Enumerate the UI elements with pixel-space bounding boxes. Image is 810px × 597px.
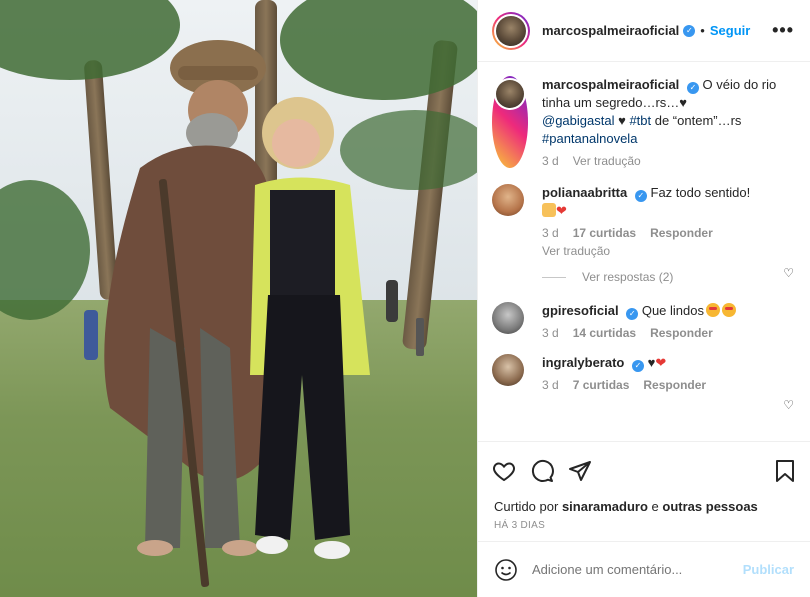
reply-button[interactable]: Responder bbox=[650, 326, 713, 340]
comment-username[interactable]: gpiresoficial bbox=[542, 303, 619, 318]
comments-list[interactable]: marcospalmeiraoficial ✓ O véio do rio ti… bbox=[478, 62, 810, 441]
liked-by-prefix: Curtido por bbox=[494, 499, 559, 514]
heart-emoji: ♥ bbox=[679, 95, 687, 110]
post-photo[interactable] bbox=[0, 0, 477, 597]
post-date[interactable]: HÁ 3 DIAS bbox=[478, 514, 810, 541]
comment-input[interactable] bbox=[532, 562, 743, 577]
comment-item: ingralyberato ✓ ♥❤ 3 d 7 curtidas Respon… bbox=[492, 354, 794, 392]
comment-likes[interactable]: 7 curtidas bbox=[573, 378, 630, 392]
comment-likes[interactable]: 14 curtidas bbox=[573, 326, 636, 340]
background-person bbox=[386, 280, 398, 322]
comment-time: 3 d bbox=[542, 378, 559, 392]
share-icon[interactable] bbox=[568, 459, 592, 483]
comment-avatar[interactable] bbox=[492, 302, 524, 334]
liked-by-middle: e bbox=[651, 499, 659, 514]
heart-emoji: ♥ bbox=[618, 113, 626, 128]
verified-icon: ✓ bbox=[634, 190, 647, 202]
hashtag-link[interactable]: #tbt bbox=[629, 113, 651, 128]
author-avatar[interactable] bbox=[492, 11, 530, 50]
liked-by-others[interactable]: outras pessoas bbox=[662, 499, 757, 514]
liked-by: Curtido por sinaramaduro e outras pessoa… bbox=[478, 499, 810, 514]
caption-meta: 3 d Ver tradução bbox=[542, 154, 794, 168]
comment-avatar[interactable] bbox=[492, 184, 524, 216]
caption-body: de “ontem”…rs bbox=[651, 113, 742, 128]
woman-figure bbox=[250, 97, 370, 559]
comment-meta: 3 d 14 curtidas Responder bbox=[542, 326, 794, 340]
comment-text: polianaabritta ✓ Faz todo sentido! ❤ bbox=[542, 184, 794, 220]
caption-username[interactable]: marcospalmeiraoficial bbox=[542, 77, 679, 92]
emoji-icon[interactable] bbox=[494, 558, 518, 582]
author-username[interactable]: marcospalmeiraoficial bbox=[542, 23, 679, 38]
heart-eyes-emoji bbox=[721, 303, 736, 317]
reply-button[interactable]: Responder bbox=[650, 226, 713, 240]
caption-time[interactable]: 3 d bbox=[542, 154, 559, 168]
comment-likes[interactable]: 17 curtidas bbox=[573, 226, 636, 240]
mention-link[interactable]: @gabigastal bbox=[542, 113, 614, 128]
heart-icon[interactable]: ♡ bbox=[783, 398, 794, 412]
heart-emoji: ❤ bbox=[655, 355, 667, 370]
heart-icon[interactable] bbox=[492, 459, 516, 483]
more-icon[interactable]: ••• bbox=[772, 20, 794, 41]
comment-body: Que lindos bbox=[641, 303, 704, 318]
heart-emoji: ❤ bbox=[556, 203, 567, 218]
verified-icon: ✓ bbox=[626, 308, 639, 320]
comment-meta: 3 d 7 curtidas Responder bbox=[542, 378, 794, 392]
comment-icon[interactable] bbox=[530, 459, 554, 483]
view-replies[interactable]: Ver respostas (2) bbox=[542, 270, 794, 284]
post-side-panel: marcospalmeiraoficial ✓ • Seguir ••• mar… bbox=[477, 0, 810, 597]
translate-link[interactable]: Ver tradução bbox=[573, 154, 641, 168]
heart-eyes-emoji bbox=[705, 303, 720, 317]
bollard bbox=[416, 318, 424, 356]
comment-username[interactable]: polianaabritta bbox=[542, 185, 627, 200]
caption-avatar[interactable] bbox=[492, 76, 528, 168]
view-replies-label[interactable]: Ver respostas (2) bbox=[582, 270, 673, 284]
comment-avatar[interactable] bbox=[492, 354, 524, 386]
reply-button[interactable]: Responder bbox=[643, 378, 706, 392]
comment-item: gpiresoficial ✓ Que lindos 3 d 14 curtid… bbox=[492, 302, 794, 412]
post-header: marcospalmeiraoficial ✓ • Seguir ••• bbox=[478, 0, 810, 62]
hashtag-link[interactable]: #pantanalnovela bbox=[542, 131, 637, 146]
comment-text: ingralyberato ✓ ♥❤ bbox=[542, 354, 794, 372]
replies-divider bbox=[542, 276, 566, 278]
caption-text: marcospalmeiraoficial ✓ O véio do rio ti… bbox=[542, 76, 794, 148]
translate-link[interactable]: Ver tradução bbox=[542, 244, 794, 258]
action-bar bbox=[478, 441, 810, 499]
save-icon[interactable] bbox=[774, 459, 796, 483]
instagram-post: marcospalmeiraoficial ✓ • Seguir ••• mar… bbox=[0, 0, 810, 597]
publish-button[interactable]: Publicar bbox=[743, 562, 794, 577]
comment-time: 3 d bbox=[542, 326, 559, 340]
verified-icon: ✓ bbox=[683, 24, 696, 37]
background-person bbox=[84, 310, 98, 360]
comment-item: polianaabritta ✓ Faz todo sentido! ❤ 3 d… bbox=[492, 184, 794, 280]
comment-text: gpiresoficial ✓ Que lindos bbox=[542, 302, 794, 320]
verified-icon: ✓ bbox=[686, 82, 699, 94]
raising-hands-emoji bbox=[542, 203, 556, 217]
comment-time: 3 d bbox=[542, 226, 559, 240]
comment-username[interactable]: ingralyberato bbox=[542, 355, 624, 370]
comment-meta: 3 d 17 curtidas Responder bbox=[542, 226, 794, 240]
follow-button[interactable]: Seguir bbox=[710, 23, 750, 38]
liked-by-user[interactable]: sinaramaduro bbox=[562, 499, 648, 514]
add-comment-bar: Publicar bbox=[478, 541, 810, 597]
separator-dot: • bbox=[700, 23, 705, 38]
comment-body: Faz todo sentido! bbox=[650, 185, 751, 200]
caption: marcospalmeiraoficial ✓ O véio do rio ti… bbox=[492, 76, 794, 168]
verified-icon: ✓ bbox=[631, 360, 644, 372]
heart-icon[interactable]: ♡ bbox=[783, 266, 794, 280]
